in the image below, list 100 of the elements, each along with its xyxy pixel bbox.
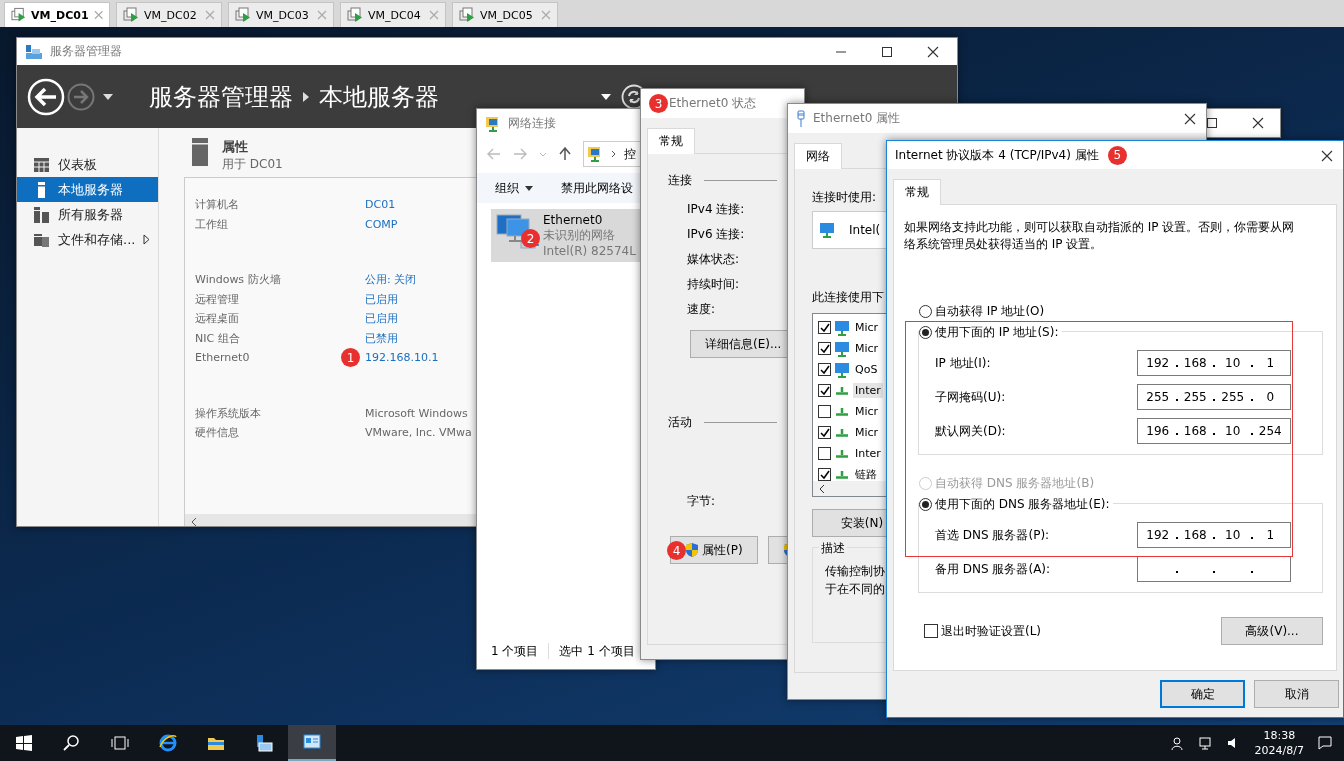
- forward-icon[interactable]: [67, 82, 95, 111]
- list-item[interactable]: QoS: [853, 362, 880, 377]
- expand-arrow-icon[interactable]: [143, 234, 151, 245]
- checkbox[interactable]: [818, 447, 831, 460]
- checkbox[interactable]: [818, 321, 831, 334]
- window-title: Internet 协议版本 4 (TCP/IPv4) 属性: [895, 146, 1099, 164]
- field-label: IPv6 连接:: [686, 226, 746, 243]
- back-icon[interactable]: [27, 77, 65, 116]
- sidebar-item[interactable]: 文件和存储...: [17, 227, 158, 252]
- properties-button[interactable]: 4 属性(P): [670, 536, 758, 564]
- up-arrow-icon[interactable]: [559, 147, 571, 161]
- radio-dot[interactable]: [919, 497, 932, 511]
- window-title: 服务器管理器: [50, 43, 122, 60]
- property-label: 工作组: [195, 216, 228, 233]
- network-folder-icon: [485, 115, 501, 132]
- list-item[interactable]: Micr: [853, 320, 881, 335]
- section-subtitle: 用于 DC01: [222, 156, 283, 173]
- close-icon[interactable]: [1184, 113, 1196, 125]
- radio-dot[interactable]: [919, 325, 932, 339]
- sidebar-item[interactable]: 仪表板: [17, 152, 158, 177]
- checkbox[interactable]: [818, 405, 831, 418]
- list-item[interactable]: 链路: [853, 466, 879, 481]
- field-label: 子网掩码(U):: [935, 388, 1007, 406]
- clock[interactable]: 18:38 2024/8/7: [1254, 728, 1304, 758]
- list-item[interactable]: Micr: [853, 341, 881, 356]
- intro-text: 如果网络支持此功能，则可以获取自动指派的 IP 设置。否则，你需要从网络系统管理员处获得适当的 IP 设置。: [904, 219, 1296, 253]
- ip-address-field[interactable]: 196 168 10 254: [1137, 418, 1291, 444]
- advanced-button[interactable]: 高级(V)...: [1221, 617, 1323, 645]
- vm-tab[interactable]: VM_DC03: [228, 2, 334, 27]
- checkmark-icon: [819, 385, 830, 396]
- shield-icon: [685, 542, 699, 558]
- maximize-icon[interactable]: [1206, 117, 1218, 129]
- checkbox[interactable]: [818, 468, 831, 481]
- cancel-button[interactable]: 取消: [1254, 680, 1339, 708]
- ip-address-field[interactable]: 192 168 10 1: [1137, 350, 1291, 376]
- checkbox[interactable]: [818, 384, 831, 397]
- task-view-icon: [111, 734, 129, 752]
- property-link[interactable]: 192.168.10.1: [365, 351, 439, 365]
- tab[interactable]: 网络: [794, 143, 842, 169]
- radio-dot[interactable]: [919, 304, 932, 318]
- list-item[interactable]: Inter: [853, 383, 883, 398]
- checkbox[interactable]: [818, 363, 831, 376]
- field-label: 备用 DNS 服务器(A):: [935, 560, 1052, 578]
- protocol-icon: [836, 470, 848, 479]
- property-link[interactable]: 已启用: [365, 291, 398, 307]
- checkbox[interactable]: [818, 342, 831, 355]
- vm-tab[interactable]: VM_DC04: [340, 2, 446, 27]
- tab[interactable]: 常规: [647, 128, 695, 154]
- taskbar-button[interactable]: [288, 725, 336, 761]
- property-link[interactable]: 已启用: [365, 311, 398, 327]
- breadcrumb-item[interactable]: 服务器管理器: [149, 80, 293, 113]
- caret-icon[interactable]: [601, 93, 611, 100]
- grid-icon: [33, 156, 50, 173]
- ip-address-field[interactable]: [1137, 556, 1291, 582]
- vm-icon: [123, 7, 139, 23]
- network-adapter-icon: [834, 340, 850, 357]
- property-value: VMware, Inc. VMwa: [365, 426, 472, 440]
- protocol-icon: [836, 428, 848, 437]
- adapter-status: 未识别的网络: [543, 227, 616, 244]
- field-label: 连接时使用:: [812, 189, 877, 206]
- close-icon[interactable]: [927, 45, 939, 58]
- toolbar-button[interactable]: 禁用此网络设: [561, 179, 633, 197]
- list-item[interactable]: Micr: [853, 425, 881, 440]
- window-title: 网络连接: [508, 115, 556, 132]
- chevron-left-icon[interactable]: [191, 517, 197, 526]
- step-marker: 1: [341, 348, 360, 368]
- vm-tab[interactable]: VM_DC05: [452, 2, 558, 27]
- network-icon[interactable]: [1198, 736, 1213, 750]
- property-label: 远程桌面: [195, 311, 239, 328]
- field-label: 速度:: [686, 301, 717, 318]
- toolbar-button[interactable]: 组织: [495, 179, 533, 197]
- breadcrumb-item[interactable]: 本地服务器: [319, 80, 439, 113]
- checkbox[interactable]: 退出时验证设置(L): [924, 622, 1042, 640]
- people-icon[interactable]: [1170, 736, 1185, 750]
- network-adapter-icon: [819, 222, 837, 238]
- ok-button[interactable]: 确定: [1160, 680, 1245, 708]
- caret-icon[interactable]: [103, 93, 113, 100]
- sidebar-item[interactable]: 本地服务器: [17, 177, 158, 202]
- close-icon[interactable]: [1252, 117, 1264, 129]
- notification-icon[interactable]: [1318, 736, 1332, 750]
- sidebar-item[interactable]: 所有服务器: [17, 202, 158, 227]
- list-item[interactable]: Micr: [853, 404, 881, 419]
- vm-tab[interactable]: VM_DC02: [116, 2, 222, 27]
- ip-address-field[interactable]: 255 255 255 0: [1137, 384, 1291, 410]
- property-link[interactable]: DC01: [365, 198, 396, 212]
- property-link[interactable]: 已禁用: [365, 330, 398, 346]
- checkbox[interactable]: [818, 426, 831, 439]
- property-link[interactable]: COMP: [365, 217, 398, 231]
- maximize-icon[interactable]: [881, 45, 893, 58]
- chevron-left-icon[interactable]: [819, 483, 825, 494]
- ip-address-field[interactable]: 192 168 10 1: [1137, 522, 1291, 548]
- caret-icon: [525, 185, 533, 191]
- close-icon[interactable]: [1321, 150, 1333, 162]
- vm-tab[interactable]: VM_DC01: [4, 2, 110, 27]
- list-item[interactable]: Inter: [853, 446, 883, 461]
- windows-logo-icon: [15, 734, 33, 752]
- tab[interactable]: 常规: [893, 179, 941, 205]
- property-label: NIC 组合: [195, 330, 240, 347]
- property-link[interactable]: 公用: 关闭: [365, 272, 417, 288]
- property-label: Windows 防火墙: [195, 272, 281, 289]
